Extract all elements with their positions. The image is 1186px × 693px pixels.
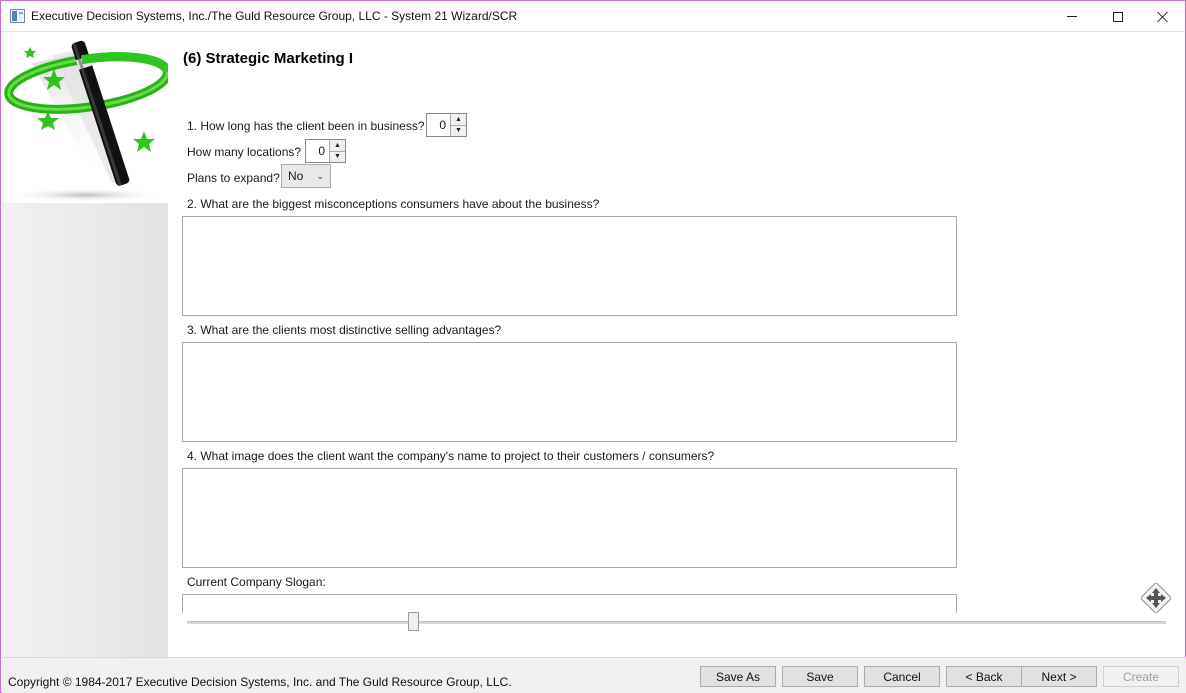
expand-value: No: [288, 169, 304, 183]
app-icon: [10, 9, 25, 23]
wizard-window: Executive Decision Systems, Inc./The Gul…: [0, 0, 1186, 693]
years-in-business-label: 1. How long has the client been in busin…: [187, 119, 425, 133]
move-arrows-icon[interactable]: [1139, 581, 1173, 615]
company-image-textarea[interactable]: [182, 468, 957, 568]
close-button[interactable]: [1140, 1, 1186, 32]
save-button[interactable]: Save: [782, 666, 858, 687]
back-button[interactable]: < Back: [946, 666, 1022, 687]
footer: Copyright © 1984-2017 Executive Decision…: [2, 657, 1186, 693]
locations-label: How many locations?: [187, 145, 302, 159]
slogan-label: Current Company Slogan:: [187, 575, 326, 589]
years-in-business-value[interactable]: 0: [427, 114, 450, 136]
maximize-button[interactable]: [1095, 1, 1141, 32]
chevron-down-icon[interactable]: ▼: [330, 151, 345, 162]
minimize-button[interactable]: [1049, 1, 1095, 32]
minimize-icon: [1067, 16, 1077, 17]
chevron-down-icon[interactable]: ▼: [451, 125, 466, 136]
title-bar: Executive Decision Systems, Inc./The Gul…: [1, 1, 1185, 32]
close-icon: [1157, 11, 1169, 23]
create-button[interactable]: Create: [1103, 666, 1179, 687]
stepper-buttons: ▲ ▼: [450, 114, 466, 136]
cancel-button[interactable]: Cancel: [864, 666, 940, 687]
expand-select[interactable]: No ⌄: [281, 164, 331, 188]
expand-label: Plans to expand?: [187, 171, 280, 185]
next-button[interactable]: Next >: [1021, 666, 1097, 687]
maximize-icon: [1113, 11, 1123, 22]
chevron-up-icon[interactable]: ▲: [330, 140, 345, 152]
copyright-text: Copyright © 1984-2017 Executive Decision…: [8, 675, 512, 689]
window-title: Executive Decision Systems, Inc./The Gul…: [31, 9, 518, 23]
chevron-down-icon: ⌄: [316, 171, 324, 181]
chevron-up-icon[interactable]: ▲: [451, 114, 466, 126]
misconceptions-label: 2. What are the biggest misconceptions c…: [187, 197, 600, 211]
stepper-buttons: ▲ ▼: [329, 140, 345, 162]
page-title: (6) Strategic Marketing I: [183, 50, 354, 67]
magic-wand-icon: [4, 40, 172, 202]
selling-advantages-textarea[interactable]: [182, 342, 957, 442]
locations-stepper[interactable]: 0 ▲ ▼: [305, 139, 346, 163]
years-in-business-stepper[interactable]: 0 ▲ ▼: [426, 113, 467, 137]
selling-advantages-label: 3. What are the clients most distinctive…: [187, 323, 502, 337]
horizontal-scrollbar[interactable]: [187, 621, 1166, 624]
left-panel: [2, 33, 172, 657]
misconceptions-textarea[interactable]: [182, 216, 957, 316]
scrollbar-thumb[interactable]: [408, 612, 419, 631]
logo: [2, 33, 172, 203]
save-as-button[interactable]: Save As: [700, 666, 776, 687]
slogan-textarea[interactable]: [182, 594, 957, 613]
locations-value[interactable]: 0: [306, 140, 329, 162]
company-image-label: 4. What image does the client want the c…: [187, 449, 715, 463]
